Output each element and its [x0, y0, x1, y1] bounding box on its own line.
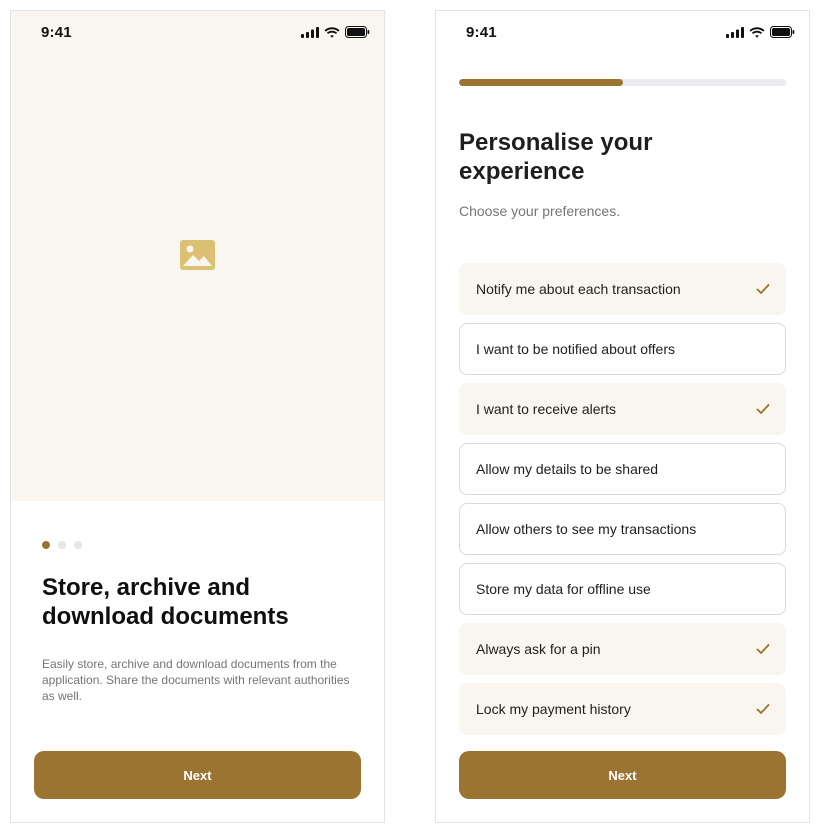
wifi-icon	[749, 26, 765, 38]
status-time: 9:41	[41, 24, 72, 41]
preference-option-label: Lock my payment history	[476, 701, 631, 717]
status-time: 9:41	[466, 24, 497, 41]
image-placeholder-icon	[180, 240, 215, 270]
cellular-signal-icon	[301, 26, 319, 38]
preference-option-label: Allow my details to be shared	[476, 461, 659, 477]
onboarding-screen: 9:41 Store, archive and download documen…	[10, 10, 385, 823]
preference-option[interactable]: Notify me about each transaction	[459, 263, 786, 315]
wifi-icon	[324, 26, 340, 38]
preference-option-label: Allow others to see my transactions	[476, 521, 697, 537]
preferences-screen: 9:41 Personalise your experience Choose …	[435, 10, 810, 823]
pagination-dot[interactable]	[58, 541, 66, 549]
preference-options-list: Notify me about each transaction I want …	[459, 263, 786, 743]
preference-option-label: Notify me about each transaction	[476, 281, 681, 297]
battery-icon	[345, 26, 370, 38]
pagination-dot[interactable]	[74, 541, 82, 549]
pagination-dot-active[interactable]	[42, 541, 50, 549]
checkmark-icon	[756, 704, 770, 714]
checkmark-icon	[756, 284, 770, 294]
preference-option[interactable]: Allow others to see my transactions	[459, 503, 786, 555]
preference-option-label: Always ask for a pin	[476, 641, 601, 657]
status-bar: 9:41	[11, 11, 384, 55]
preference-option[interactable]: Always ask for a pin	[459, 623, 786, 675]
battery-icon	[770, 26, 795, 38]
onboarding-title: Store, archive and download documents	[42, 574, 289, 630]
checkmark-icon	[756, 644, 770, 654]
next-button[interactable]: Next	[34, 751, 361, 799]
progress-bar	[459, 79, 786, 86]
status-bar: 9:41	[436, 11, 809, 55]
progress-fill	[459, 79, 623, 86]
preference-option[interactable]: Allow my details to be shared	[459, 443, 786, 495]
preference-option[interactable]: Store my data for offline use	[459, 563, 786, 615]
checkmark-icon	[756, 404, 770, 414]
onboarding-description: Easily store, archive and download docum…	[42, 657, 350, 703]
page-subtitle: Choose your preferences.	[459, 203, 621, 219]
preference-option[interactable]: I want to be notified about offers	[459, 323, 786, 375]
preference-option[interactable]: Lock my payment history	[459, 683, 786, 735]
cellular-signal-icon	[726, 26, 744, 38]
preference-option-label: I want to be notified about offers	[476, 341, 675, 357]
preference-option-label: I want to receive alerts	[476, 401, 617, 417]
preference-option[interactable]: I want to receive alerts	[459, 383, 786, 435]
hero-image-area	[11, 11, 384, 501]
pagination-dots	[42, 541, 82, 549]
next-button[interactable]: Next	[459, 751, 786, 799]
preference-option-label: Store my data for offline use	[476, 581, 651, 597]
page-title: Personalise your experience	[459, 129, 653, 185]
